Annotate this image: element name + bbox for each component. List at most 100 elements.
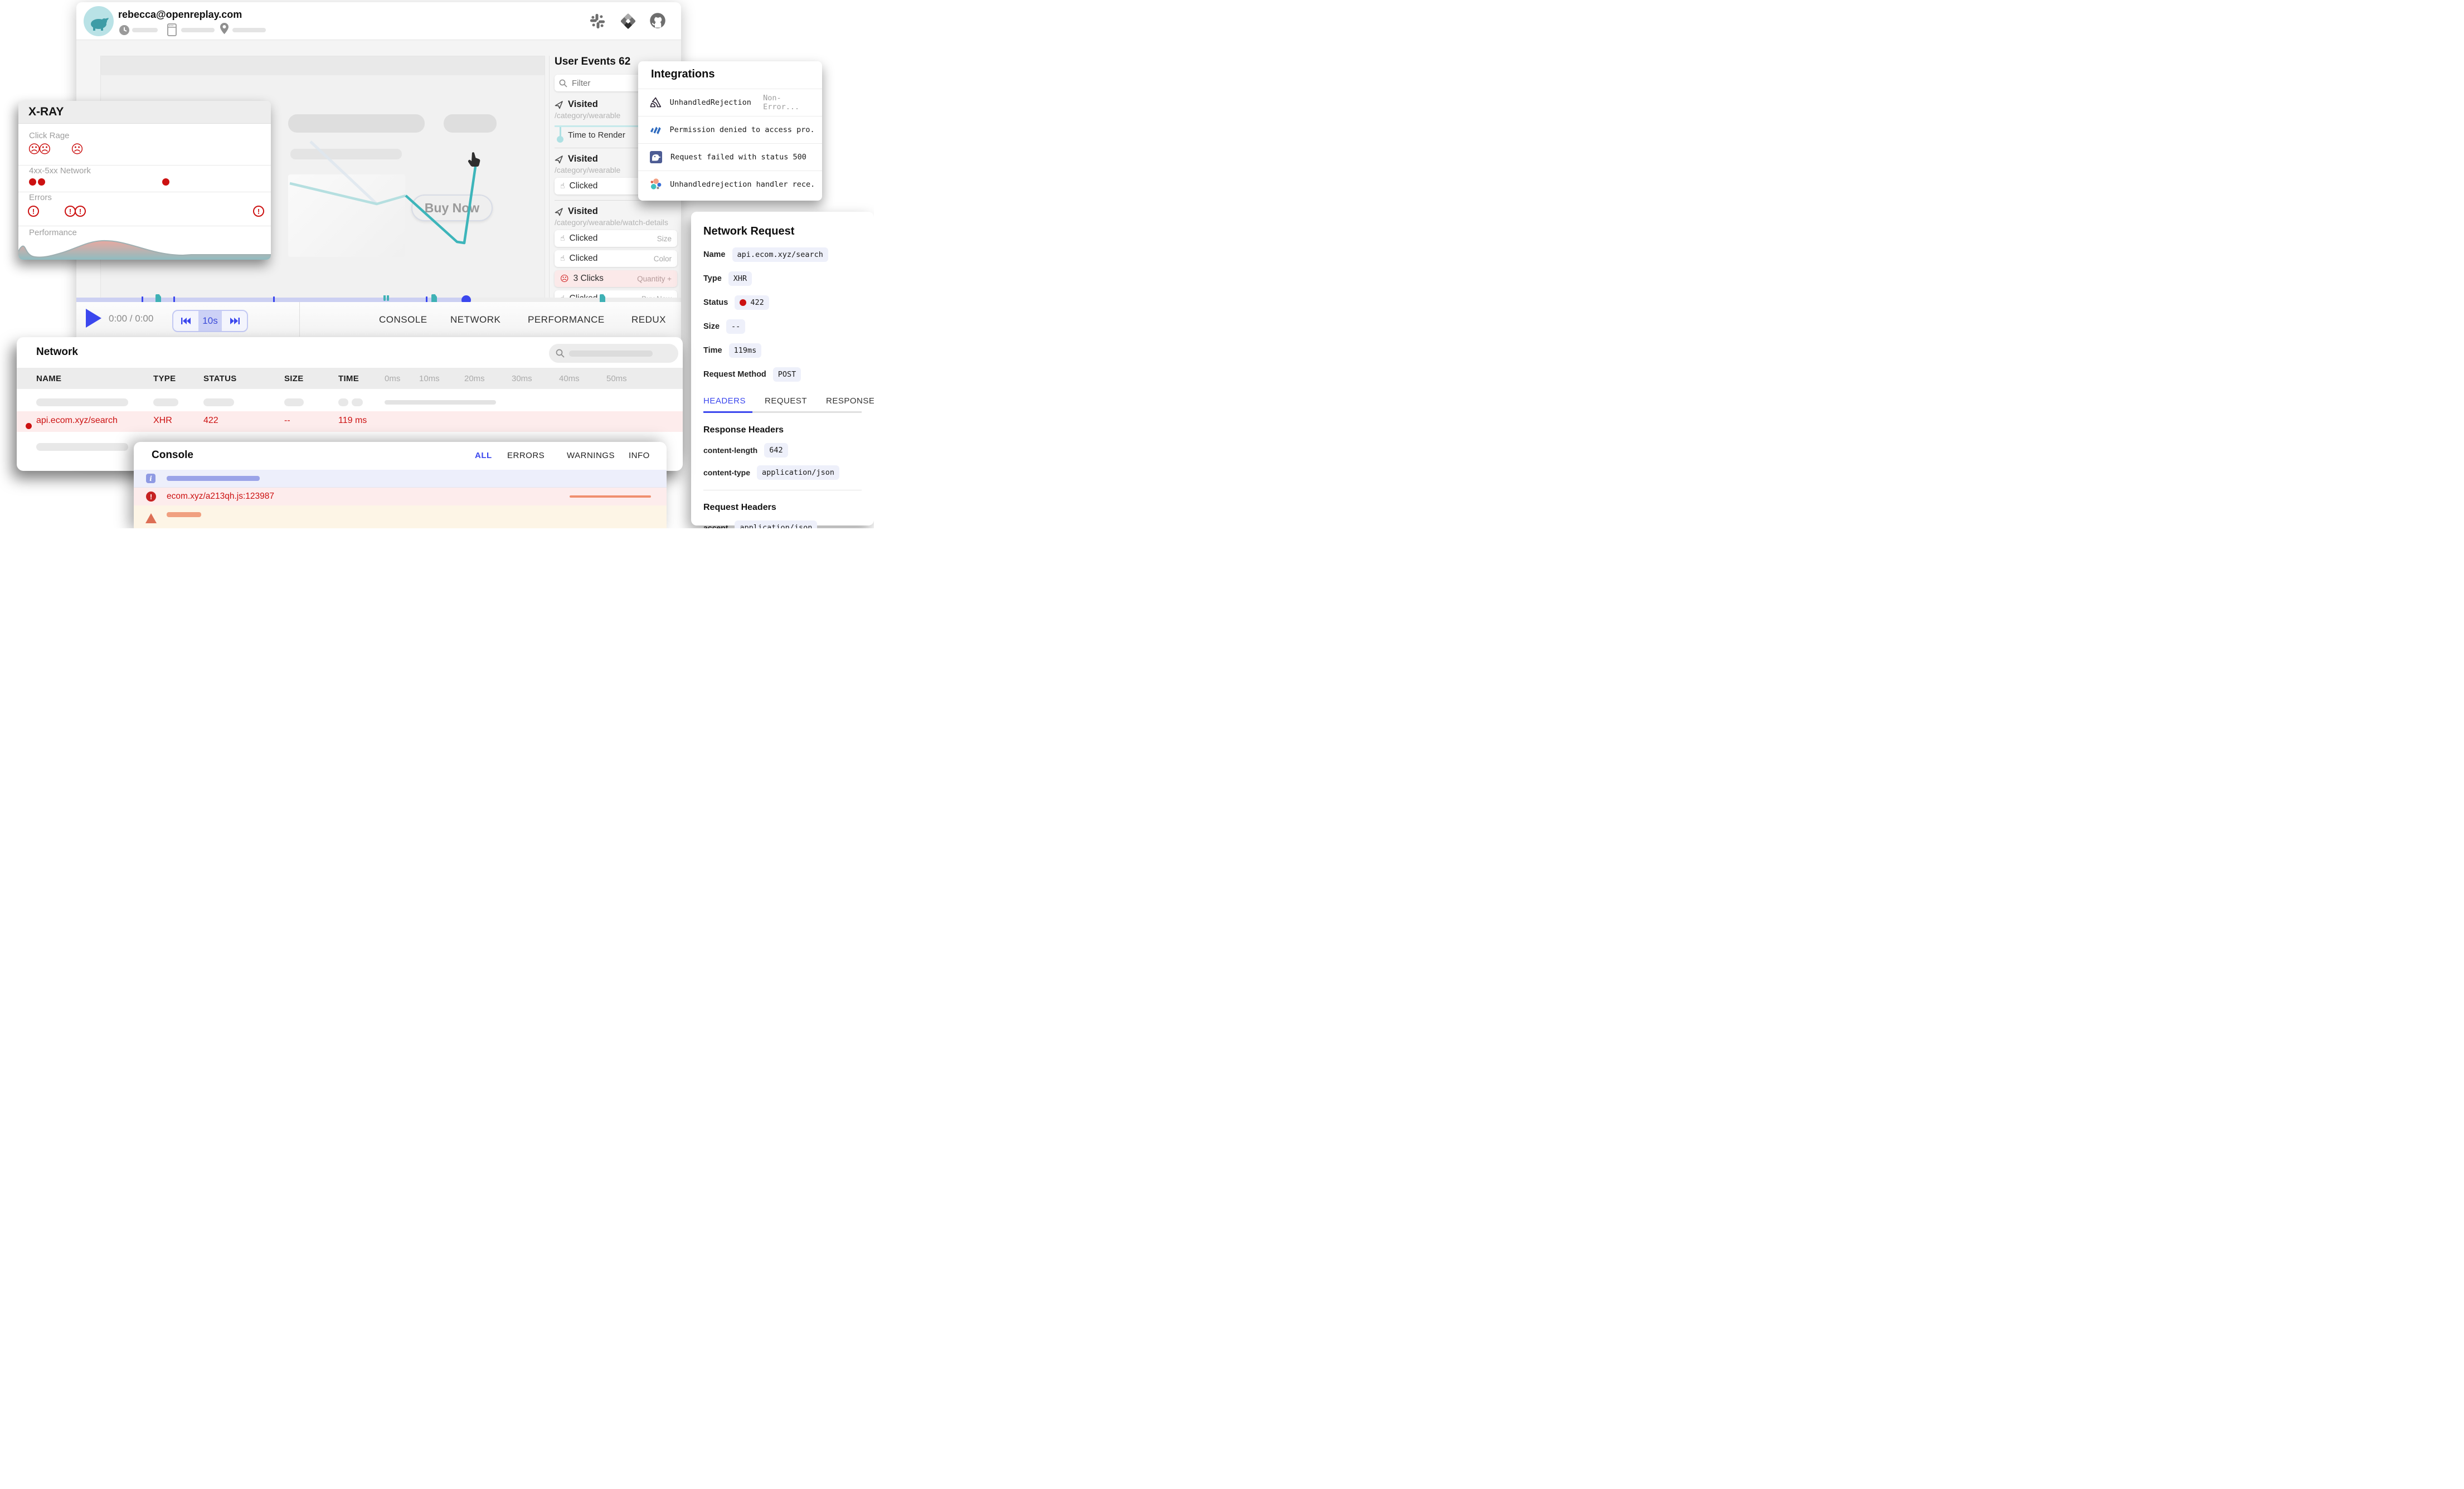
- jira-icon[interactable]: [620, 13, 636, 30]
- event-clicked-card[interactable]: ☝ Clicked Size: [555, 230, 677, 247]
- search-icon: [556, 349, 565, 358]
- event-target-label: Size: [657, 235, 672, 243]
- elastic-icon: [649, 178, 662, 191]
- event-clicked-label: Clicked: [570, 181, 598, 191]
- integration-detail: Non-Error...: [763, 94, 814, 111]
- tab-console[interactable]: CONSOLE: [379, 314, 427, 325]
- tick-40ms: 40ms: [559, 374, 580, 383]
- status-error-dot: [740, 299, 746, 306]
- network-request-title: Network Request: [703, 225, 862, 238]
- user-email: rebecca@openreplay.com: [118, 9, 242, 21]
- col-status[interactable]: STATUS: [203, 374, 237, 383]
- console-warning-row[interactable]: [134, 505, 667, 528]
- tab-network[interactable]: NETWORK: [450, 314, 500, 325]
- console-devtools-panel: Console ALL ERRORS WARNINGS INFO i ! eco…: [134, 442, 667, 528]
- integration-item-elastic[interactable]: Unhandledrejection handler rece..: [638, 171, 822, 198]
- skip-forward-button[interactable]: [222, 311, 247, 331]
- tab-headers[interactable]: HEADERS: [703, 396, 746, 406]
- active-tab-underline: [703, 411, 752, 413]
- timeline-quote-marker[interactable]: [383, 295, 386, 301]
- tab-request[interactable]: REQUEST: [765, 396, 807, 406]
- network-row-placeholder[interactable]: [17, 392, 683, 413]
- xray-title: X-RAY: [28, 105, 64, 119]
- stackdriver-icon: [649, 123, 662, 137]
- search-icon: [559, 79, 567, 87]
- tick-10ms: 10ms: [419, 374, 440, 383]
- tick-20ms: 20ms: [464, 374, 485, 383]
- col-name[interactable]: NAME: [36, 374, 61, 383]
- click-hand-icon: ☝: [560, 235, 565, 242]
- datadog-icon: [649, 150, 663, 164]
- event-target-label: Color: [654, 255, 672, 263]
- network-error-dot[interactable]: [38, 178, 45, 186]
- tab-redux[interactable]: REDUX: [631, 314, 666, 325]
- console-tab-all[interactable]: ALL: [475, 451, 492, 460]
- event-visited[interactable]: Visited: [555, 206, 681, 217]
- error-icon: !: [146, 492, 156, 502]
- console-tab-warnings[interactable]: WARNINGS: [567, 451, 615, 460]
- xray-divider: [18, 165, 271, 166]
- tab-underline: [703, 411, 862, 413]
- col-time[interactable]: TIME: [338, 374, 359, 383]
- avatar: [84, 6, 114, 36]
- header-label-content-length: content-length: [703, 446, 757, 455]
- error-badge-icon[interactable]: !: [65, 206, 76, 217]
- github-icon[interactable]: [649, 12, 666, 29]
- network-request-panel: Network Request Name api.ecom.xyz/search…: [691, 212, 874, 525]
- navigate-icon: [555, 100, 563, 109]
- network-errors-label: 4xx-5xx Network: [29, 166, 91, 176]
- playback-time: 0:00 / 0:00: [109, 313, 153, 324]
- slack-icon[interactable]: [589, 13, 606, 30]
- timeline-quote-marker[interactable]: [387, 295, 389, 301]
- browser-icon: [167, 23, 177, 36]
- stage-placeholder-block: [288, 174, 405, 257]
- console-info-row[interactable]: i: [134, 470, 667, 487]
- tab-performance[interactable]: PERFORMANCE: [528, 314, 605, 325]
- event-visited-label: Visited: [568, 154, 598, 164]
- performance-label: Performance: [29, 228, 77, 237]
- tab-response[interactable]: RESPONSE: [826, 396, 874, 406]
- error-badge-icon[interactable]: !: [75, 206, 86, 217]
- skip-back-button[interactable]: [173, 311, 198, 331]
- console-tab-info[interactable]: INFO: [629, 451, 650, 460]
- event-rage-click-card[interactable]: ☹ 3 Clicks Quantity +: [555, 270, 677, 287]
- error-request-size: --: [284, 416, 290, 426]
- click-hand-icon: ☝: [560, 255, 565, 262]
- field-label-type: Type: [703, 274, 722, 283]
- tick-50ms: 50ms: [606, 374, 627, 383]
- network-search-box[interactable]: [549, 344, 678, 363]
- stage-placeholder-bar: [290, 149, 402, 159]
- field-label-size: Size: [703, 322, 720, 331]
- col-type[interactable]: TYPE: [153, 374, 176, 383]
- event-visited-label: Visited: [568, 99, 598, 110]
- integration-item-datadog[interactable]: Request failed with status 500: [638, 143, 822, 171]
- response-headers-title: Response Headers: [703, 425, 862, 435]
- skip-back-icon: [181, 317, 191, 325]
- navigate-icon: [555, 155, 563, 164]
- network-row-error[interactable]: api.ecom.xyz/search XHR 422 -- 119 ms: [17, 411, 683, 432]
- col-size[interactable]: SIZE: [284, 374, 304, 383]
- event-clicked-card[interactable]: ☝ Clicked Color: [555, 250, 677, 267]
- play-button[interactable]: [86, 309, 101, 328]
- field-label-name: Name: [703, 250, 726, 259]
- integrations-panel: Integrations UnhandledRejection: Non-Err…: [638, 61, 822, 201]
- field-label-status: Status: [703, 298, 728, 307]
- network-error-dot[interactable]: [29, 178, 36, 186]
- location-pin-icon: [220, 23, 229, 35]
- xray-panel: X-RAY Click Rage ☹☹ ☹ 4xx-5xx Network Er…: [18, 101, 271, 260]
- buy-now-button[interactable]: Buy Now: [411, 194, 493, 221]
- rage-face-icon[interactable]: ☹: [71, 143, 84, 157]
- timeline-played: [76, 298, 466, 302]
- integration-item-stackdriver[interactable]: Permission denied to access pro...: [638, 116, 822, 143]
- header-value-content-type: application/json: [757, 465, 839, 480]
- console-tab-errors[interactable]: ERRORS: [507, 451, 545, 460]
- rage-face-icons[interactable]: ☹☹: [28, 143, 49, 157]
- console-error-row[interactable]: ! ecom.xyz/a213qh.js:123987: [134, 487, 667, 505]
- error-badge-icon[interactable]: !: [253, 206, 264, 217]
- field-value-name: api.ecom.xyz/search: [732, 247, 828, 262]
- error-source-text: ecom.xyz/a213qh.js:123987: [167, 492, 274, 502]
- error-badge-icon[interactable]: !: [28, 206, 39, 217]
- event-clicked-label: Clicked: [570, 254, 598, 264]
- integration-item-sentry[interactable]: UnhandledRejection: Non-Error...: [638, 89, 822, 116]
- network-error-dot[interactable]: [162, 178, 169, 186]
